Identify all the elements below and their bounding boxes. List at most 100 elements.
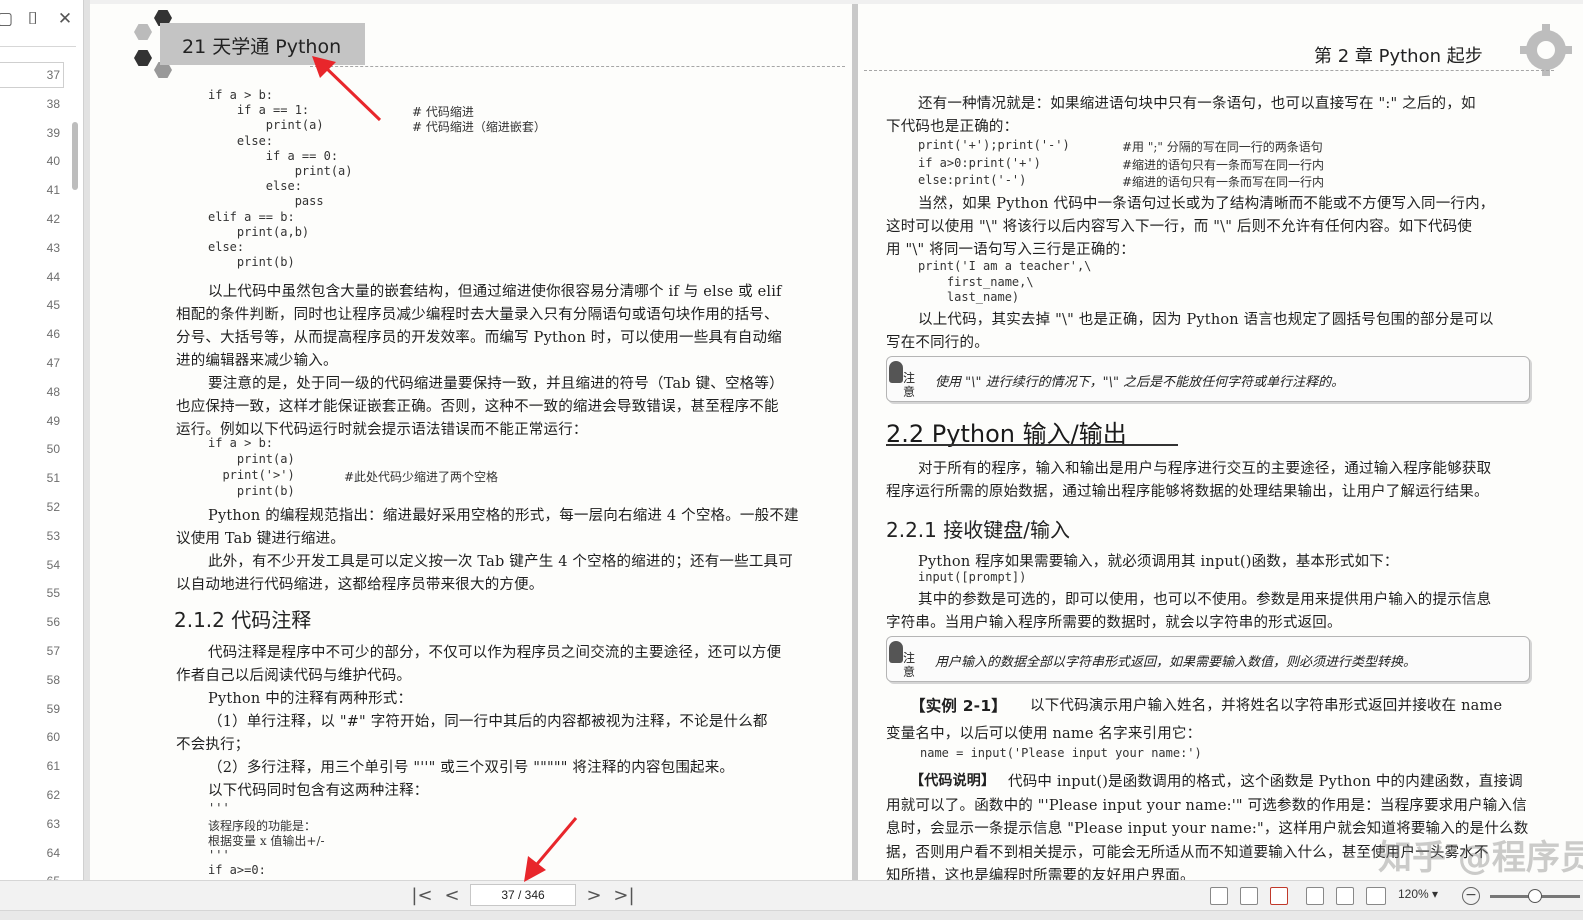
fit-page-icon[interactable] bbox=[1240, 887, 1258, 905]
continuous-view-icon[interactable] bbox=[1306, 887, 1324, 905]
note-box: 注意 用户输入的数据全部以字符串形式返回，如果需要输入数值，则必须进行类型转换。 bbox=[886, 636, 1530, 682]
single-page-icon[interactable] bbox=[1336, 887, 1354, 905]
code-line: ''' bbox=[208, 847, 230, 862]
paragraph-line: 要注意的是，处于同一级的代码缩进量要保持一致，并且缩进的符号（Tab 键、空格等… bbox=[208, 376, 784, 392]
page-number: 59 bbox=[46, 701, 60, 716]
page-number: 49 bbox=[46, 413, 60, 428]
note-label: 注意 bbox=[903, 371, 916, 399]
paragraph-line: （1）单行注释，以 "#" 字符开始，同一行中其后的内容都被视为注释，不论是什么… bbox=[208, 714, 768, 730]
code-line: if a > b: bbox=[208, 88, 274, 102]
code-line: print(a) bbox=[208, 452, 295, 466]
page-number: 43 bbox=[46, 240, 60, 255]
header-rule bbox=[310, 66, 845, 67]
paragraph-line: （2）多行注释，用三个单引号 "''" 或三个双引号 """"" 将注释的内容包… bbox=[208, 760, 735, 776]
code-line: else: bbox=[208, 179, 302, 194]
page-number: 60 bbox=[46, 730, 60, 745]
next-page-icon[interactable]: > bbox=[582, 884, 606, 908]
code-line: ''' bbox=[208, 801, 230, 815]
explain-label: 【代码说明】 bbox=[910, 773, 996, 789]
code-line: else: bbox=[208, 133, 274, 148]
code-line: pass bbox=[208, 194, 324, 209]
thumbnail-sidebar: ▢ ⌷ ✕ 37 38 39 40 41 42 43 44 45 46 47 48 49 50 51 52 53… bbox=[0, 0, 84, 888]
code-line: print(a,b) bbox=[208, 224, 310, 239]
page-number: 63 bbox=[46, 816, 60, 831]
page-number-input[interactable]: 37 / 346 bbox=[470, 884, 576, 906]
page-number: 64 bbox=[46, 845, 60, 860]
red-arrow-annotation bbox=[524, 817, 578, 882]
code-line: last_name) bbox=[918, 290, 1020, 304]
left-page: 21 天学通 Python if a > b: if a == 1: # 代码缩进… bbox=[90, 4, 852, 880]
code-line: print(a) bbox=[208, 118, 324, 133]
page-number: 42 bbox=[46, 212, 60, 226]
hex-decoration bbox=[134, 50, 152, 66]
page-number: 48 bbox=[46, 384, 60, 399]
page-number: 44 bbox=[46, 269, 60, 284]
prev-page-icon[interactable]: < bbox=[440, 884, 464, 908]
section-heading: 2.1.2 代码注释 bbox=[174, 608, 312, 632]
page-number: 39 bbox=[46, 125, 60, 140]
paragraph-line: 写在不同行的。 bbox=[886, 335, 989, 351]
zoom-out-icon[interactable]: − bbox=[1462, 887, 1480, 905]
code-line: else:print('-') bbox=[918, 173, 1027, 187]
zoom-dropdown[interactable]: 120% ▾ bbox=[1398, 887, 1438, 901]
watermark: 知乎 @程序员宇宁 bbox=[1378, 838, 1583, 878]
page-number: 54 bbox=[46, 557, 60, 572]
paragraph-line: 也应保持一致，这样才能保证嵌套正确。否则，这种不一致的缩进会导致错误，甚至程序不… bbox=[176, 399, 779, 415]
page-number: 56 bbox=[46, 615, 60, 630]
first-page-icon[interactable]: |< bbox=[410, 884, 434, 908]
fit-width-icon[interactable] bbox=[1270, 887, 1288, 905]
page-number: 41 bbox=[46, 183, 60, 198]
pdf-reader-window: { "sidebar": { "page_numbers": ["37","38… bbox=[0, 0, 1583, 920]
code-line: first_name,\ bbox=[918, 274, 1034, 289]
two-page-icon[interactable] bbox=[1366, 887, 1386, 905]
paragraph-line: 知所措，这也是编程时所需要的友好用户界面。 bbox=[886, 868, 1195, 880]
code-line: if a>=0: bbox=[208, 863, 266, 877]
bookmark-icon[interactable]: ⌷ bbox=[22, 8, 44, 30]
code-comment: #缩进的语句只有一条而写在同一行内 bbox=[1122, 175, 1325, 189]
page-number: 40 bbox=[46, 154, 60, 169]
paragraph-line: 相配的条件判断，同时也让程序员减少编程时去大量录入只有分隔语句或语句块作用的括号… bbox=[176, 307, 779, 323]
page-number: 50 bbox=[46, 442, 60, 457]
paragraph-line: 用 "\" 将同一语句写入三行是正确的： bbox=[886, 242, 1135, 258]
code-comment: #用 ";" 分隔的写在同一行的两条语句 bbox=[1122, 140, 1323, 154]
code-line: else: bbox=[208, 240, 245, 254]
paragraph-line: 进的编辑器来减少输入。 bbox=[176, 353, 338, 369]
subsection-heading: 2.2.1 接收键盘/输入 bbox=[886, 518, 1070, 542]
page-number: 57 bbox=[46, 644, 60, 658]
sidebar-toolbar: ▢ ⌷ ✕ bbox=[0, 8, 84, 38]
last-page-icon[interactable]: >| bbox=[612, 884, 636, 908]
paragraph-line: Python 程序如果需要输入，就必须调用其 input()函数，基本形式如下： bbox=[918, 554, 1399, 570]
code-comment: # 代码缩进（缩进嵌套） bbox=[412, 120, 546, 135]
paragraph-line: 作者自己以后阅读代码与维护代码。 bbox=[176, 668, 412, 684]
pin-icon bbox=[889, 641, 903, 663]
paragraph-line: 以上代码中虽然包含大量的嵌套结构，但通过缩进使你很容易分清哪个 if 与 els… bbox=[208, 284, 782, 300]
thumbnail-view-icon[interactable]: ▢ bbox=[0, 8, 16, 30]
code-line: print('I am a teacher',\ bbox=[918, 259, 1092, 273]
code-line: print('+');print('-') bbox=[918, 138, 1070, 152]
code-comment: #此处代码少缩进了两个空格 bbox=[344, 470, 499, 484]
code-line: print('>') bbox=[208, 468, 295, 482]
paragraph-line: 以下代码演示用户输入姓名，并将姓名以字符串形式返回并接收在 name bbox=[1030, 698, 1503, 714]
paragraph-line: 字符串。当用户输入程序所需要的数据时，就会以字符串的形式返回。 bbox=[886, 615, 1342, 631]
paragraph-line: 用就可以了。函数中的 "'Please input your name:'" 可… bbox=[886, 797, 1527, 814]
code-line: 根据变量 x 值输出+/- bbox=[208, 834, 325, 848]
bottom-toolbar: |< < 37 / 346 > >| 120% ▾ − bbox=[0, 880, 1583, 910]
paragraph-line: 不会执行； bbox=[176, 737, 250, 753]
code-line: 该程序段的功能是： bbox=[208, 818, 317, 833]
code-line: elif a == b: bbox=[208, 209, 295, 224]
page-number: 47 bbox=[46, 356, 60, 370]
paragraph-line: 以上代码，其实去掉 "\" 也是正确，因为 Python 语言也规定了圆括号包围… bbox=[918, 312, 1494, 328]
code-line: print(a) bbox=[208, 164, 353, 178]
sidebar-divider bbox=[0, 46, 76, 47]
sidebar-scrollbar[interactable] bbox=[72, 122, 78, 190]
page-number: 45 bbox=[46, 298, 60, 313]
close-icon[interactable]: ✕ bbox=[54, 8, 76, 30]
zoom-slider-handle[interactable] bbox=[1528, 889, 1542, 903]
page-number: 62 bbox=[46, 788, 60, 802]
paragraph-line: Python 中的注释有两种形式： bbox=[208, 691, 413, 707]
note-label: 注意 bbox=[903, 651, 916, 679]
actual-size-icon[interactable] bbox=[1210, 887, 1228, 905]
paragraph-line: Python 的编程规范指出：缩进最好采用空格的形式，每一层向右缩进 4 个空格… bbox=[208, 508, 799, 524]
code-line: name = input('Please input your name:') bbox=[920, 746, 1202, 760]
page-number: 58 bbox=[46, 672, 60, 687]
